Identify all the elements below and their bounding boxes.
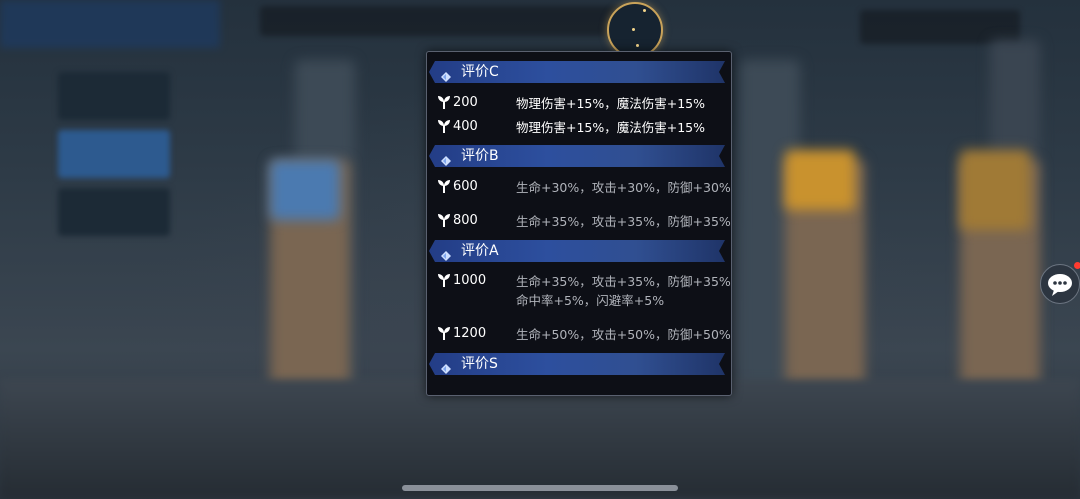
- sprout-icon: [437, 178, 451, 194]
- diamond-gem-icon: [441, 67, 451, 77]
- top-tabs-blurred: [260, 6, 640, 36]
- bonus-description: 物理伤害+15%，魔法伤害+15%: [516, 96, 706, 111]
- bonus-description: 生命+30%，攻击+30%，防御+30%: [516, 180, 731, 195]
- tier-label: 评价A: [461, 243, 499, 259]
- bonus-description: 命中率+5%，闪避率+5%: [516, 293, 665, 308]
- chat-bubble-icon: [1048, 274, 1072, 296]
- home-indicator[interactable]: [402, 485, 678, 491]
- orb-spark: [632, 28, 635, 31]
- orb-button[interactable]: [607, 2, 663, 58]
- rating-bonus-popup: 评价C 200 物理伤害+15%，魔法伤害+15% 400 物理伤害+15%，魔法伤害+…: [426, 51, 732, 396]
- relic-item: [960, 150, 1030, 230]
- bonus-points: 1000: [453, 273, 487, 288]
- side-button-blurred-1: [58, 72, 170, 120]
- side-button-blurred-3: [58, 188, 170, 236]
- bonus-points: 400: [453, 119, 478, 134]
- sprout-icon: [437, 118, 451, 134]
- bonus-points: 600: [453, 179, 478, 194]
- diamond-gem-icon: [441, 359, 451, 369]
- diamond-gem-icon: [441, 246, 451, 256]
- floor: [0, 379, 1080, 499]
- bonus-points: 800: [453, 213, 478, 228]
- top-left-nav-blurred: [0, 0, 220, 48]
- relic-item: [270, 160, 340, 220]
- sprout-icon: [437, 272, 451, 288]
- bonus-points: 1200: [453, 326, 487, 341]
- orb-spark: [643, 9, 646, 12]
- top-right-status-blurred: [860, 10, 1020, 44]
- tier-header: 评价B: [429, 145, 725, 167]
- notification-badge: [1074, 262, 1080, 269]
- tier-header: 评价C: [429, 61, 725, 83]
- sprout-icon: [437, 212, 451, 228]
- tier-header: 评价S: [429, 353, 725, 375]
- side-button-blurred-2: [58, 130, 170, 178]
- tier-label: 评价S: [461, 356, 498, 372]
- chat-button[interactable]: [1040, 262, 1080, 304]
- bonus-points: 200: [453, 95, 478, 110]
- sprout-icon: [437, 94, 451, 110]
- tier-header: 评价A: [429, 240, 725, 262]
- diamond-gem-icon: [441, 151, 451, 161]
- relic-item: [785, 150, 855, 210]
- bonus-description: 物理伤害+15%，魔法伤害+15%: [516, 120, 706, 135]
- tier-label: 评价B: [461, 148, 499, 164]
- sprout-icon: [437, 325, 451, 341]
- bonus-description: 生命+35%，攻击+35%，防御+35%: [516, 214, 731, 229]
- bonus-description: 生命+50%，攻击+50%，防御+50%: [516, 327, 731, 342]
- orb-spark: [636, 44, 639, 47]
- tier-label: 评价C: [461, 64, 499, 80]
- bonus-description: 生命+35%，攻击+35%，防御+35%: [516, 274, 731, 289]
